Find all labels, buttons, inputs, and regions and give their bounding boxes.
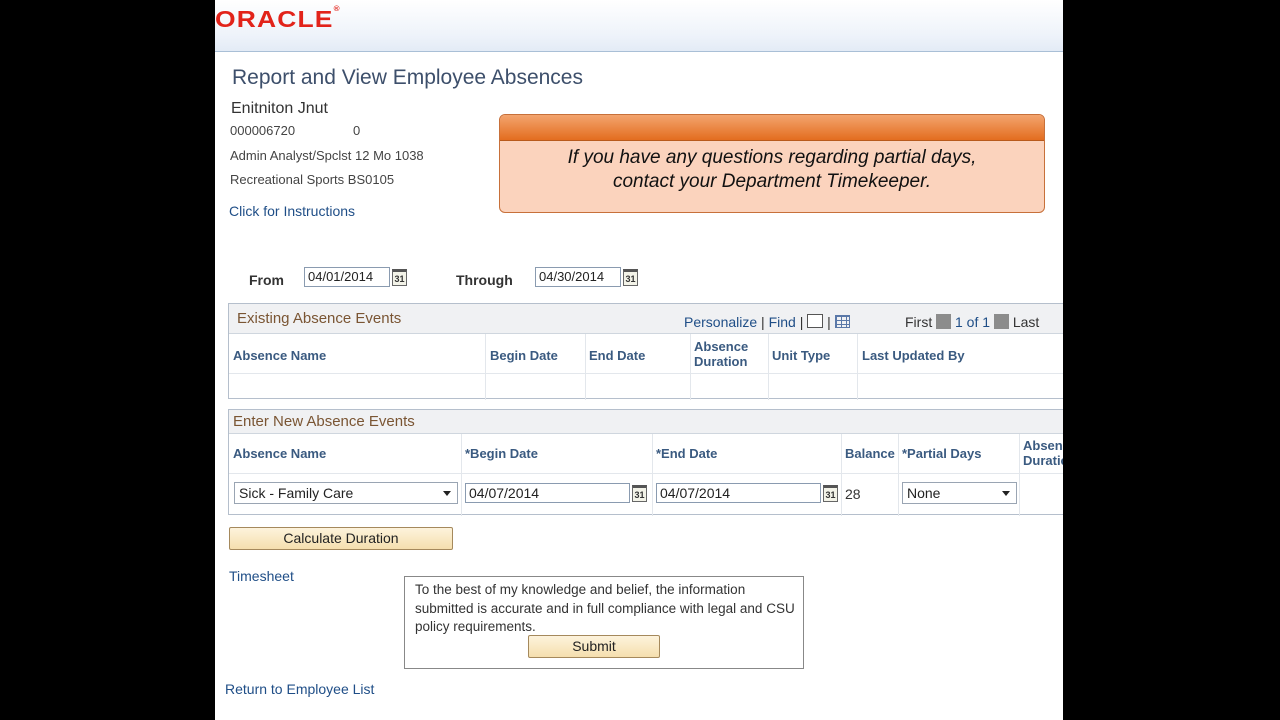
previous-page-icon[interactable] [936, 314, 952, 329]
grid-pager: First 1 of 1 Last [905, 314, 1039, 330]
from-date-input[interactable]: 04/01/2014 [304, 267, 390, 287]
last-label: Last [1012, 314, 1040, 330]
col-absence-duration: Absence Duration [694, 339, 749, 369]
col-absence-name: Absence Name [233, 446, 327, 461]
balance-value: 28 [845, 486, 861, 502]
col-absence-duration: Absen Duratio [1023, 438, 1063, 468]
first-label: First [905, 314, 933, 330]
through-label: Through [456, 272, 513, 288]
calendar-icon[interactable]: 31 [623, 269, 638, 286]
view-all-icon[interactable] [807, 314, 824, 328]
from-label: From [249, 272, 284, 288]
end-date-input[interactable]: 04/07/2014 [656, 483, 821, 503]
partial-days-select[interactable]: None [902, 482, 1017, 504]
page-title: Report and View Employee Absences [232, 66, 583, 89]
grid-navigation: Personalize | Find | | [684, 314, 850, 330]
department: Recreational Sports BS0105 [230, 172, 395, 187]
col-last-updated-by: Last Updated By [862, 348, 965, 363]
existing-grid-title: Existing Absence Events [237, 310, 402, 327]
submit-button[interactable]: Submit [528, 635, 660, 658]
return-to-employee-list-link[interactable]: Return to Employee List [225, 681, 374, 697]
instructions-link[interactable]: Click for Instructions [229, 203, 355, 219]
notice-text: If you have any questions regarding part… [567, 147, 977, 192]
col-begin-date: Begin Date [490, 348, 558, 363]
col-begin-date: *Begin Date [465, 446, 538, 461]
top-banner: ORACLE® [215, 0, 1063, 52]
calendar-icon[interactable]: 31 [823, 485, 838, 502]
oracle-logo: ORACLE® [215, 6, 341, 32]
attestation-text: To the best of my knowledge and belief, … [415, 582, 795, 634]
existing-absence-grid: Existing Absence Events Personalize | Fi… [228, 303, 1063, 400]
grid-header: Enter New Absence Events [229, 410, 1063, 434]
col-unit-type: Unit Type [772, 348, 831, 363]
absence-name-select[interactable]: Sick - Family Care [234, 482, 458, 504]
page-info: 1 of 1 [955, 314, 991, 330]
next-page-icon[interactable] [993, 314, 1009, 329]
find-link[interactable]: Find [769, 314, 796, 330]
col-end-date: End Date [589, 348, 646, 363]
employee-id: 000006720 [230, 123, 296, 138]
new-absence-grid: Enter New Absence Events Absence Name *B… [228, 409, 1063, 516]
attestation-box: To the best of my knowledge and belief, … [404, 576, 804, 669]
col-end-date: *End Date [656, 446, 718, 461]
employee-record: 0 [353, 123, 361, 138]
chevron-down-icon [1002, 491, 1010, 496]
chevron-down-icon [443, 491, 451, 496]
partial-days-notice: If you have any questions regarding part… [499, 114, 1045, 213]
notice-header-band [500, 115, 1044, 141]
calendar-icon[interactable]: 31 [392, 269, 407, 286]
col-balance: Balance [845, 446, 895, 461]
calendar-icon[interactable]: 31 [632, 485, 647, 502]
employee-name: Enitniton Jnut [231, 100, 328, 117]
begin-date-input[interactable]: 04/07/2014 [465, 483, 630, 503]
through-date-input[interactable]: 04/30/2014 [535, 267, 621, 287]
personalize-link[interactable]: Personalize [684, 314, 757, 330]
col-partial-days: *Partial Days [902, 446, 982, 461]
job-title: Admin Analyst/Spclst 12 Mo 1038 [230, 148, 424, 163]
download-grid-icon[interactable] [834, 315, 850, 328]
col-absence-name: Absence Name [233, 348, 327, 363]
peoplesoft-page: ORACLE® Report and View Employee Absence… [215, 0, 1063, 720]
new-grid-title: Enter New Absence Events [233, 413, 415, 430]
calculate-duration-button[interactable]: Calculate Duration [229, 527, 453, 550]
timesheet-link[interactable]: Timesheet [229, 568, 294, 584]
